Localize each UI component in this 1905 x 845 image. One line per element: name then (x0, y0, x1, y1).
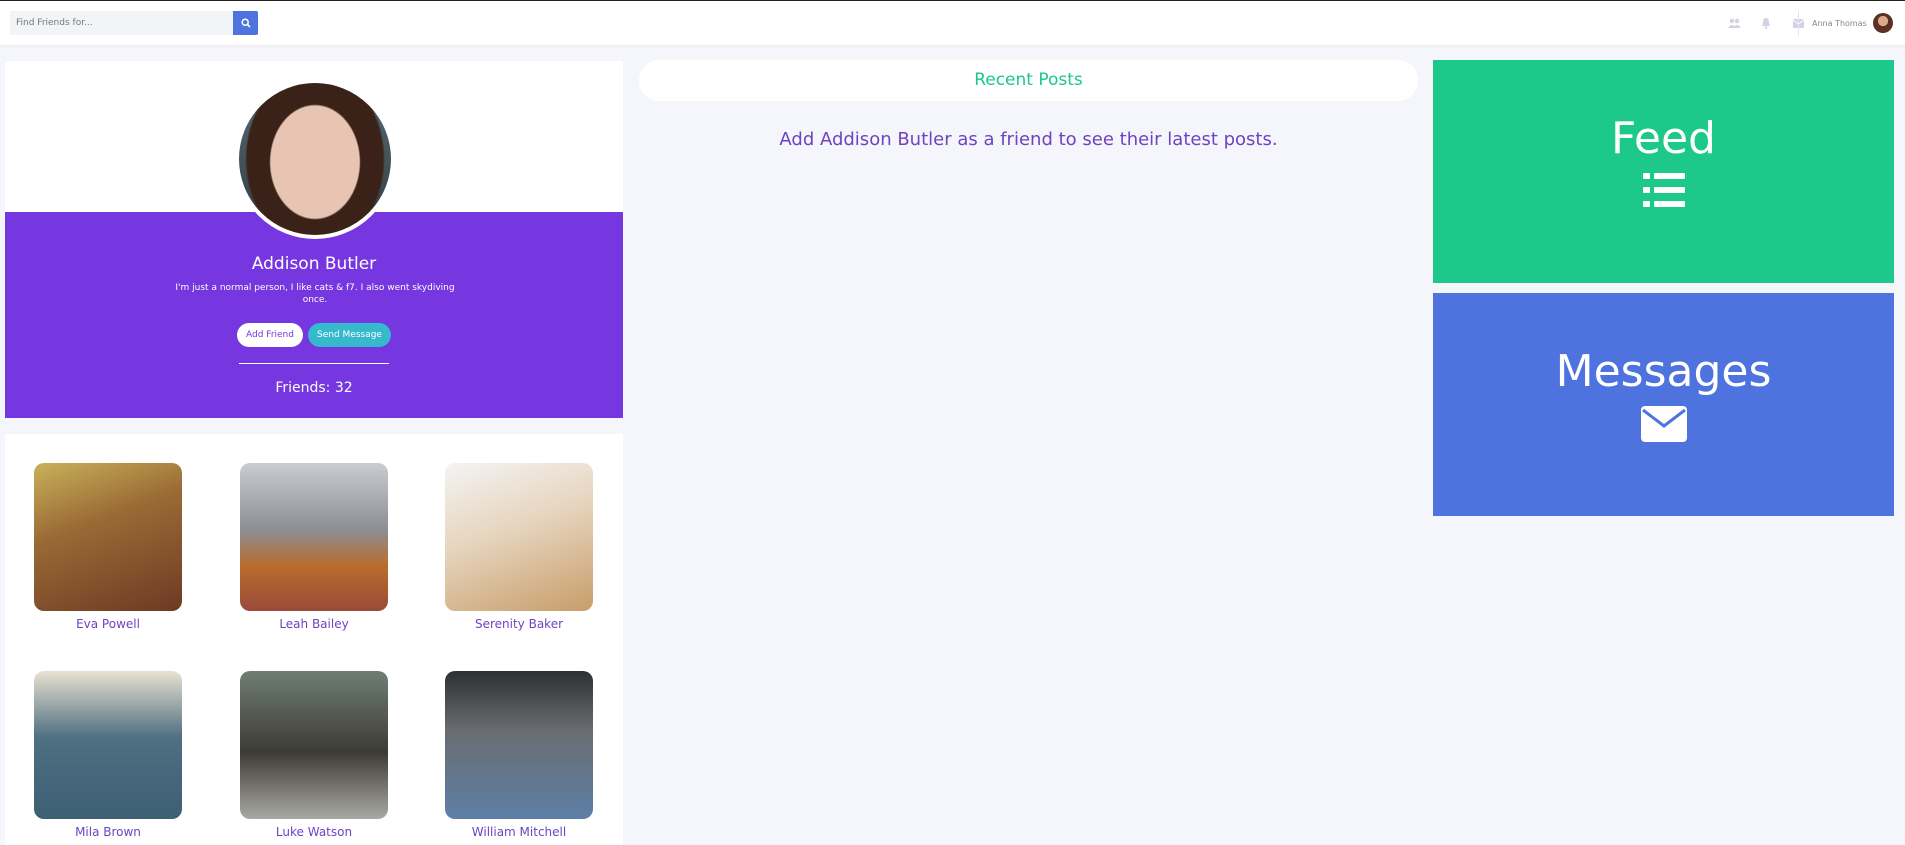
send-message-button[interactable]: Send Message (307, 323, 391, 347)
friend-card[interactable]: William Mitchell (445, 671, 593, 839)
topbar-divider (1798, 11, 1799, 36)
user-name: Anna Thomas (1812, 18, 1867, 28)
profile-name: Addison Butler (251, 254, 377, 274)
friend-name: Mila Brown (75, 825, 141, 839)
friend-name: William Mitchell (471, 825, 567, 839)
friend-name: Eva Powell (76, 617, 140, 631)
user-avatar (1872, 13, 1893, 33)
friend-photo (34, 671, 182, 819)
friend-card[interactable]: Leah Bailey (240, 463, 388, 631)
user-menu[interactable]: Anna Thomas (1812, 13, 1893, 33)
friend-card[interactable]: Eva Powell (34, 463, 182, 631)
feed-tile[interactable]: Feed (1433, 60, 1894, 283)
friend-name: Luke Watson (275, 825, 353, 839)
profile-card: Addison Butler I'm just a normal person,… (5, 61, 623, 418)
profile-bio: I'm just a normal person, I like cats & … (175, 283, 455, 305)
feed-title: Feed (1611, 113, 1716, 164)
friend-photo (34, 463, 182, 611)
friend-name: Serenity Baker (474, 617, 564, 631)
friends-grid: Eva Powell Leah Bailey Serenity Baker Mi… (5, 434, 623, 845)
friend-photo (240, 463, 388, 611)
recent-posts-header: Recent Posts (639, 60, 1418, 101)
search-form (10, 11, 258, 35)
friend-photo (445, 463, 593, 611)
search-icon (240, 18, 251, 28)
friend-card[interactable]: Luke Watson (240, 671, 388, 839)
friend-card[interactable]: Mila Brown (34, 671, 182, 839)
bell-icon[interactable] (1759, 13, 1773, 33)
top-navbar: Anna Thomas (0, 0, 1905, 45)
profile-actions: Add Friend Send Message (5, 323, 623, 347)
users-icon[interactable] (1727, 13, 1741, 33)
profile-avatar (235, 79, 395, 239)
search-button[interactable] (233, 11, 258, 35)
friend-name: Leah Bailey (279, 617, 349, 631)
envelope-large-icon (1433, 406, 1894, 442)
add-friend-button[interactable]: Add Friend (237, 323, 303, 347)
friend-photo (445, 671, 593, 819)
list-icon (1433, 173, 1894, 207)
profile-divider (239, 363, 389, 364)
posts-empty-message: Add Addison Butler as a friend to see th… (779, 129, 1278, 150)
topbar-icons (1727, 13, 1805, 33)
friend-card[interactable]: Serenity Baker (445, 463, 593, 631)
messages-title: Messages (1555, 346, 1772, 397)
friend-photo (240, 671, 388, 819)
messages-tile[interactable]: Messages (1433, 293, 1894, 516)
search-input[interactable] (10, 11, 233, 35)
friends-count: Friends: 32 (275, 380, 353, 396)
